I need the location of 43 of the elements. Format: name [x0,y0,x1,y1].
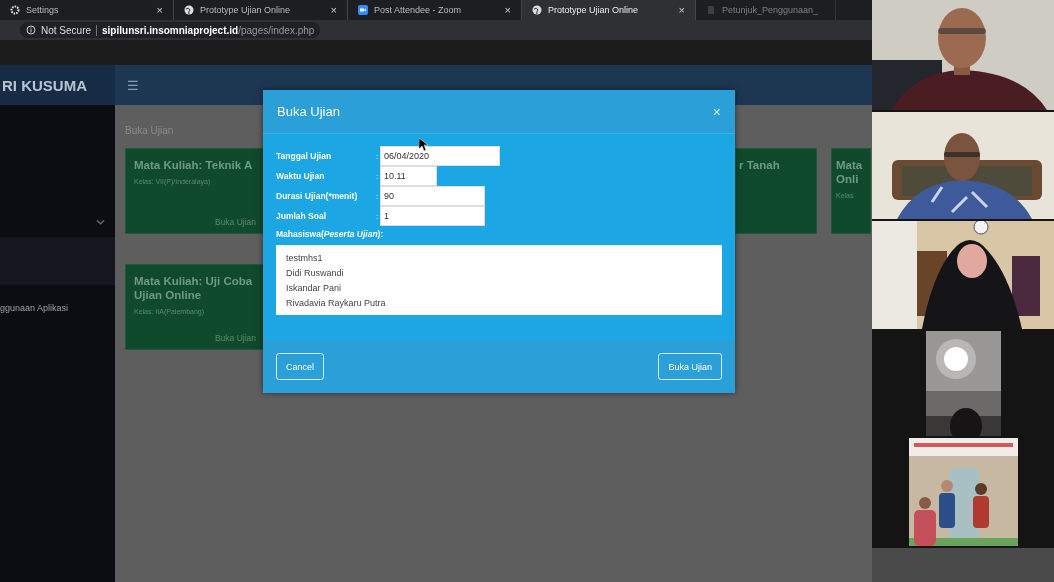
list-item[interactable]: Didi Ruswandi [286,266,712,281]
address-bar[interactable]: Not Secure sipilunsri.insomniaproject.id/pages/index.php [20,22,321,38]
video-camera-icon [358,5,368,15]
brand-title: RI KUSUMA [2,76,87,94]
field-label: Mahasiswa(Peserta Ujian): [276,229,385,239]
student-list[interactable]: testmhs1 Didi Ruswandi Iskandar Pani Rivadavia Raykaru Putra [276,245,722,315]
close-tab-button[interactable]: × [504,4,511,16]
info-icon [26,25,36,35]
browser-tab[interactable]: Prototype Ujian Online × [522,0,696,20]
document-icon [706,5,716,15]
input-field[interactable]: 06/04/2020 [380,146,500,166]
field-label: Tanggal Ujian [276,151,333,161]
input-field[interactable]: 1 [380,206,485,226]
card-title: Mata Onli [836,159,864,187]
close-tab-button[interactable]: × [330,4,337,16]
list-item[interactable]: Iskandar Pani [286,281,712,296]
close-tab-button[interactable]: × [678,4,685,16]
gear-icon [10,5,20,15]
input-field[interactable]: 10.11 [380,166,437,186]
separator: : [376,211,380,221]
chevron-down-icon [96,219,105,225]
input-field[interactable]: 90 [380,186,485,206]
separator: : [376,171,380,181]
close-tab-button[interactable]: × [156,4,163,16]
list-item[interactable]: testmhs1 [286,251,712,266]
url-host: sipilunsri.insomniaproject.id [102,24,239,36]
cursor-icon [419,138,429,152]
menu-button[interactable]: ☰ [127,77,139,93]
card-title: Mata Kuliah: Teknik A [134,159,254,173]
separator: : [376,191,380,201]
dialog-title: Buka Ujian [277,104,340,119]
card-title: Mata Kuliah: Uji Coba Ujian Online [134,275,254,303]
list-item[interactable]: Rivadavia Raykaru Putra [286,296,712,311]
security-label: Not Secure [41,24,98,36]
separator: : [376,151,380,161]
globe-icon [532,5,542,15]
card-title: r Tanah [739,159,781,173]
sidebar-item[interactable]: ggunaan Aplikasi [0,303,115,313]
field-label: Jumlah Soal [276,211,328,221]
globe-icon [184,5,194,15]
url-path: /pages/index.php [238,24,315,36]
field-label: Durasi Ujian(*menit) [276,191,359,201]
field-label: Waktu Ujian [276,171,326,181]
